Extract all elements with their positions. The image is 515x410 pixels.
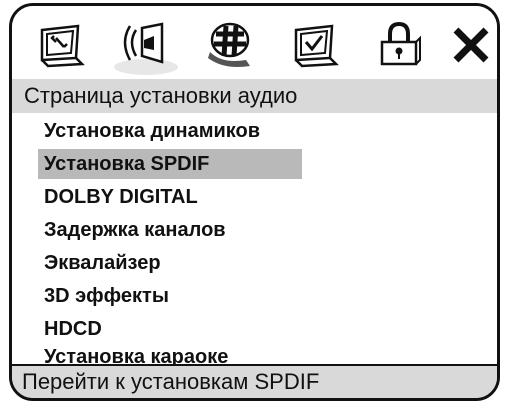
lock-icon[interactable] (372, 18, 426, 70)
menu-item-dolby-digital[interactable]: DOLBY DIGITAL (38, 182, 198, 212)
close-icon[interactable] (444, 18, 497, 70)
setup-toolbar (12, 6, 497, 79)
menu-item-speaker-setup[interactable]: Установка динамиков (38, 116, 260, 146)
menu-item-channel-delay[interactable]: Задержка каналов (38, 215, 226, 245)
menu-item-3d-effects[interactable]: 3D эффекты (38, 281, 169, 311)
setup-menu-window: Страница установки аудио Установка динам… (9, 3, 500, 401)
page-title: Страница установки аудио (12, 79, 497, 113)
status-hint: Перейти к установкам SPDIF (12, 364, 497, 398)
video-setup-icon[interactable] (202, 18, 256, 70)
menu-item-spdif-setup[interactable]: Установка SPDIF (38, 149, 302, 179)
system-setup-icon[interactable] (34, 18, 88, 70)
menu-item-equalizer[interactable]: Эквалайзер (38, 248, 161, 278)
menu-item-hdcd[interactable]: HDCD (38, 314, 102, 344)
preferences-icon[interactable] (288, 18, 342, 70)
audio-setup-icon[interactable] (118, 18, 172, 70)
